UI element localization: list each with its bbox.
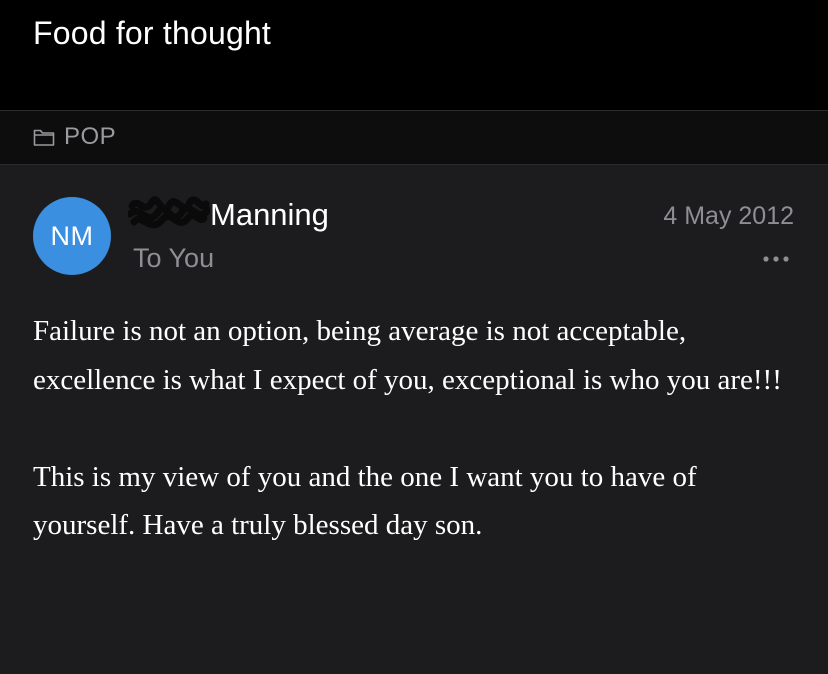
subject-header: Food for thought xyxy=(0,0,828,111)
sender-avatar[interactable]: NM xyxy=(33,197,111,275)
email-subject: Food for thought xyxy=(33,15,272,51)
message-body: Failure is not an option, being average … xyxy=(33,307,803,550)
body-paragraph: This is my view of you and the one I wan… xyxy=(33,460,697,542)
recipient-line[interactable]: To You xyxy=(133,243,214,274)
avatar-initials: NM xyxy=(50,220,94,251)
body-paragraph: Failure is not an option, being average … xyxy=(33,315,782,396)
folder-icon xyxy=(33,129,55,146)
more-options-icon[interactable] xyxy=(760,252,792,266)
sender-name[interactable]: Manning xyxy=(210,197,329,233)
message-date: 4 May 2012 xyxy=(663,202,794,230)
email-detail-view: Food for thought POP NM Manning To You 4… xyxy=(0,0,828,674)
folder-label: POP xyxy=(64,123,117,150)
redaction-scribble xyxy=(128,196,210,229)
folder-bar[interactable]: POP xyxy=(0,111,828,165)
